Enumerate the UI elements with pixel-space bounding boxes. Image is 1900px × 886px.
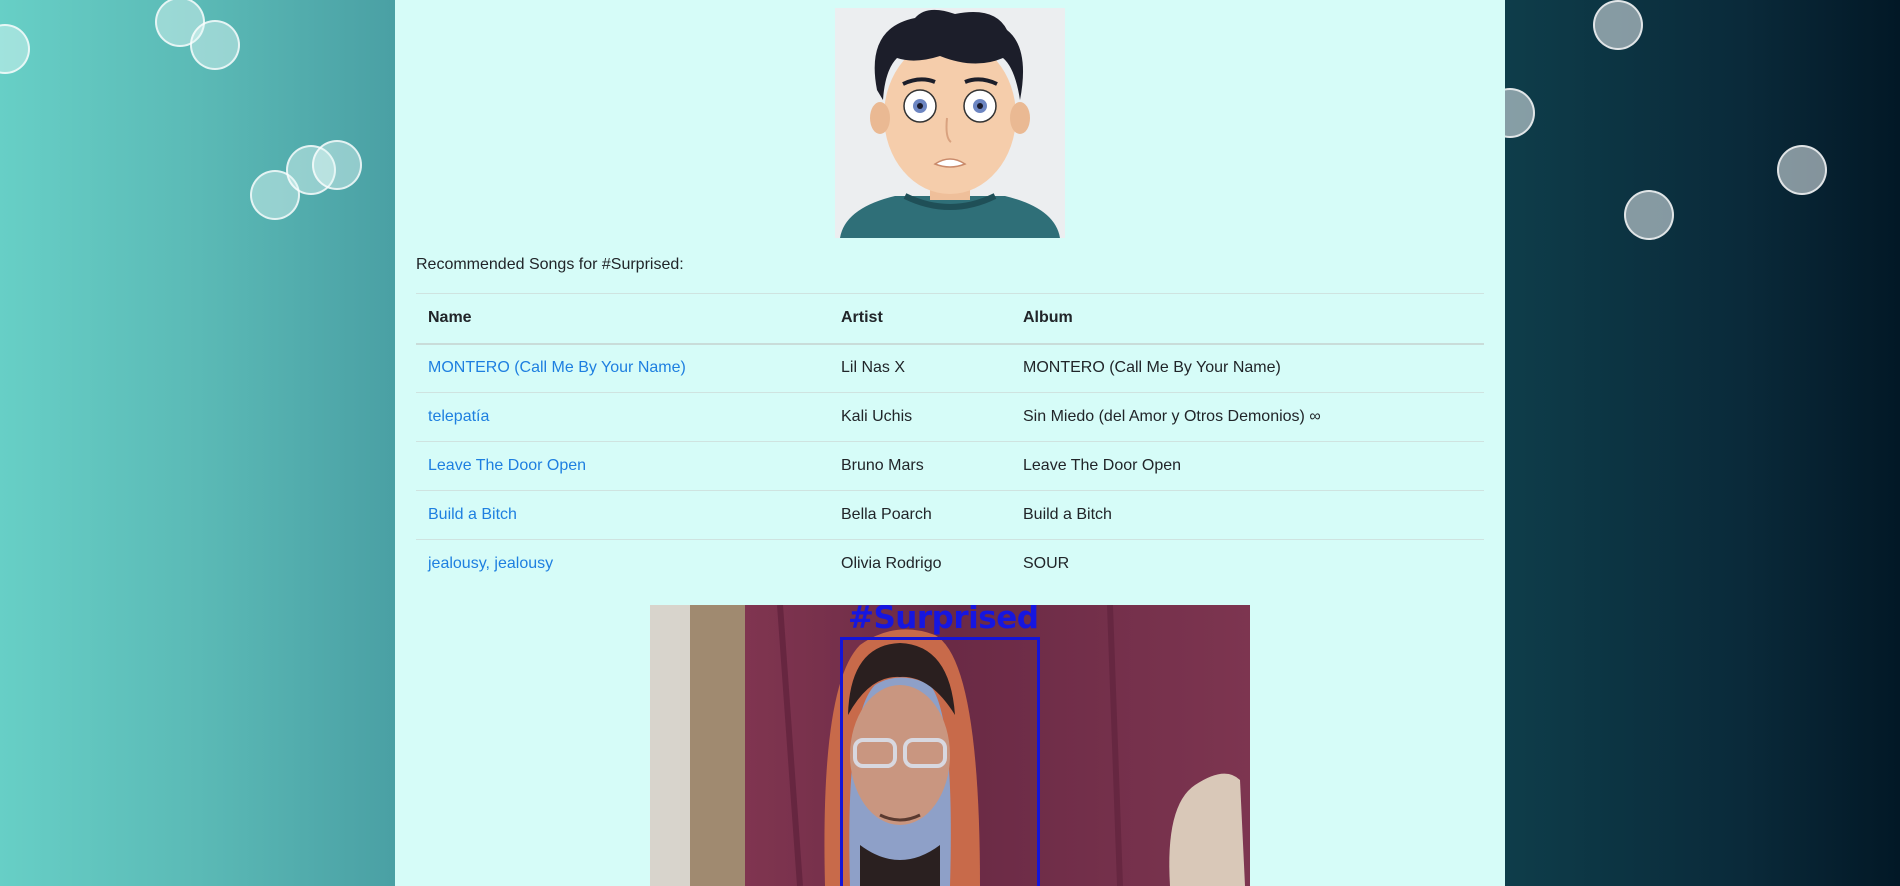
recommendation-heading: Recommended Songs for #Surprised: [416,256,684,273]
album-cell: Sin Miedo (del Amor y Otros Demonios) ∞ [1011,392,1484,442]
song-name-cell: Leave The Door Open [416,441,829,491]
artist-cell: Lil Nas X [829,343,1011,393]
column-header-name: Name [416,293,829,345]
artist-cell: Olivia Rodrigo [841,555,942,573]
album-cell: Build a Bitch [1011,490,1484,540]
bubble [1505,88,1535,138]
song-name-cell: MONTERO (Call Me By Your Name) [416,343,829,393]
bubble [312,140,362,190]
main-content: Recommended Songs for #Surprised: Name A… [395,0,1505,886]
page: Recommended Songs for #Surprised: Name A… [0,0,1900,886]
song-link[interactable]: jealousy, jealousy [428,555,553,572]
song-link[interactable]: Leave The Door Open [428,457,586,474]
table-row: Build a Bitch Bella Poarch Build a Bitch [416,490,1484,540]
table-header-row: Name Artist Album [416,293,1484,345]
table-row: MONTERO (Call Me By Your Name) Lil Nas X… [416,343,1484,393]
album-cell: SOUR [1023,555,1070,573]
album-cell: Leave The Door Open [1011,441,1484,491]
face-detection-box [840,637,1040,886]
bubble [1624,190,1674,240]
webcam-capture-image: #Surprised [650,605,1250,886]
table-row: Leave The Door Open Bruno Mars Leave The… [416,441,1484,491]
artist-cell: Bella Poarch [829,490,1011,540]
song-name-cell: Build a Bitch [416,490,829,540]
song-link[interactable]: Build a Bitch [428,506,517,523]
song-name-cell: jealousy, jealousy [416,540,829,589]
artist-cell: Kali Uchis [829,392,1011,442]
table-row: jealousy, jealousy Olivia Rodrigo SOUR [416,540,1484,589]
surprised-avatar-image [835,8,1065,238]
album-cell: MONTERO (Call Me By Your Name) [1011,343,1484,393]
column-header-album: Album [1011,293,1484,345]
song-link[interactable]: MONTERO (Call Me By Your Name) [428,359,686,376]
bubble [1593,0,1643,50]
artist-cell: Bruno Mars [829,441,1011,491]
table-row: telepatía Kali Uchis Sin Miedo (del Amor… [416,392,1484,442]
songs-table: Name Artist Album MONTERO (Call Me By Yo… [416,293,1484,589]
song-name-cell: telepatía [416,392,829,442]
bubble [0,24,30,74]
right-background [1505,0,1900,886]
left-background [0,0,395,886]
avatar-illustration [835,8,1065,238]
bubble [1777,145,1827,195]
song-link[interactable]: telepatía [428,408,489,425]
bubble [190,20,240,70]
column-header-artist: Artist [829,293,1011,345]
emotion-detection-label: #Surprised [848,605,1039,636]
